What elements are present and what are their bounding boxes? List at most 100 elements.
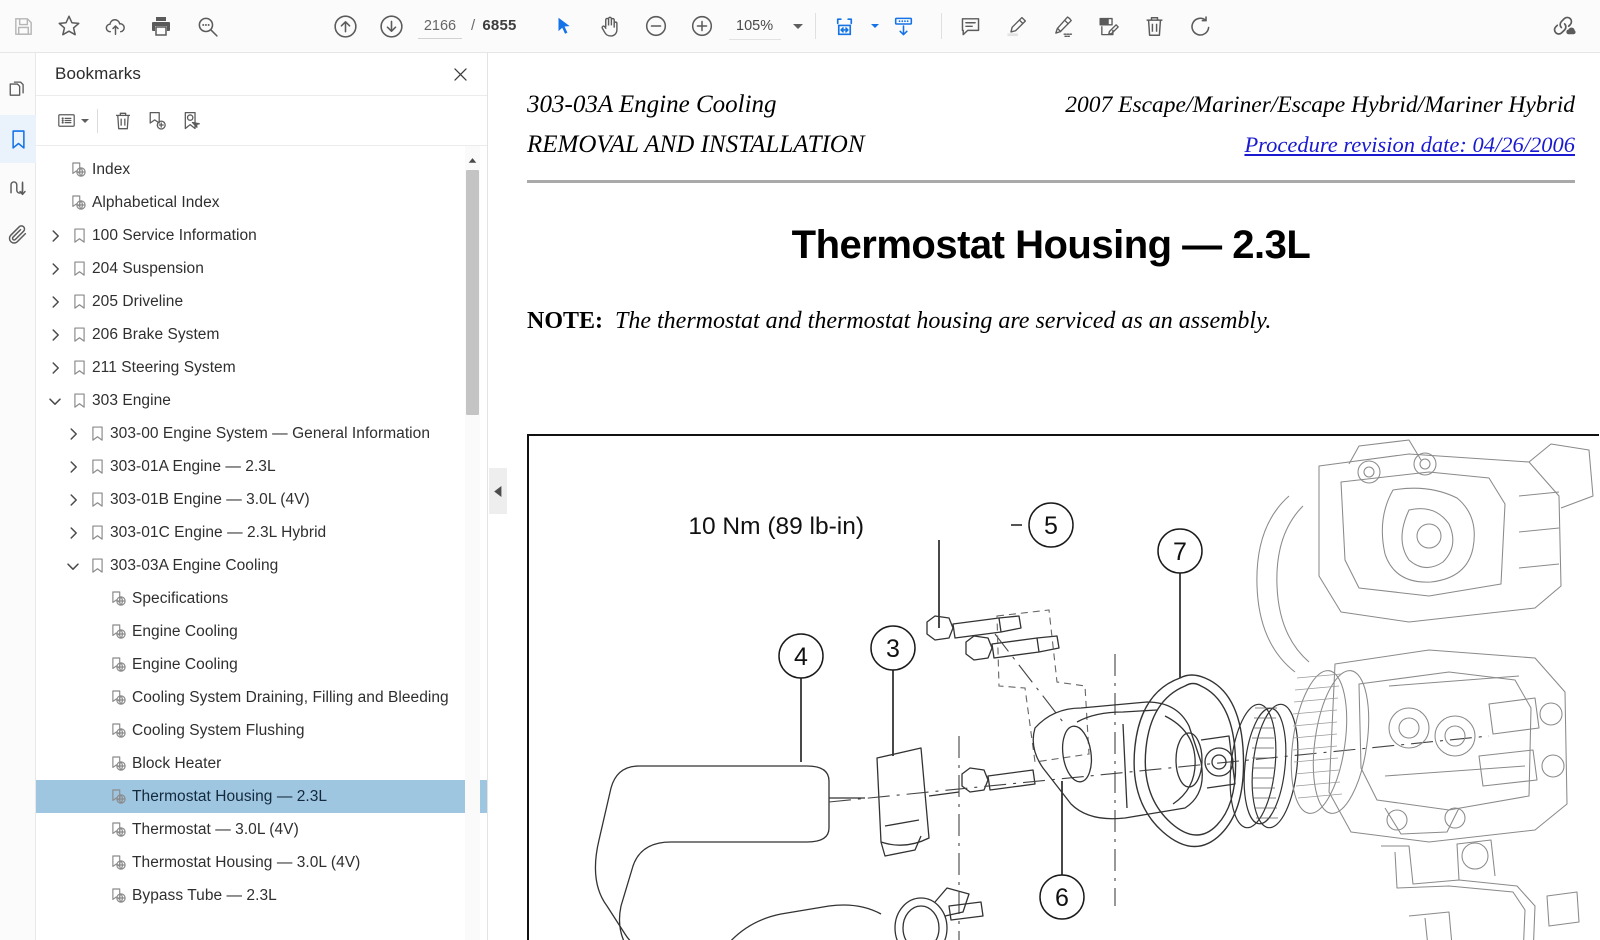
print-icon[interactable] — [138, 4, 184, 48]
zoom-in-icon[interactable] — [679, 4, 725, 48]
chevron-right-icon[interactable] — [44, 318, 66, 351]
chevron-right-icon[interactable] — [62, 417, 84, 450]
bookmark-item[interactable]: Block Heater — [36, 747, 487, 780]
document-viewport[interactable]: 303-03A Engine Cooling 2007 Escape/Marin… — [489, 53, 1600, 940]
bookmark-icon — [84, 524, 110, 541]
chevron-right-icon[interactable] — [62, 450, 84, 483]
bookmark-item[interactable]: Thermostat Housing — 2.3L — [36, 780, 487, 813]
callout-number-5: 5 — [1044, 512, 1058, 540]
annotation-tools-group — [948, 4, 1224, 48]
new-bookmark-icon[interactable] — [140, 104, 174, 138]
bookmarks-scrollbar[interactable] — [465, 146, 480, 940]
panel-title: Bookmarks — [55, 64, 141, 83]
bookmark-label: Thermostat — 3.0L (4V) — [132, 820, 299, 838]
delete-bookmark-icon[interactable] — [106, 104, 140, 138]
scroll-up-arrow-icon[interactable] — [465, 152, 480, 168]
bookmark-label: 303-01C Engine — 2.3L Hybrid — [110, 523, 327, 541]
bookmark-item[interactable]: 303-00 Engine System — General Informati… — [36, 417, 487, 450]
bookmark-item[interactable]: Engine Cooling — [36, 615, 487, 648]
panel-toolbar-divider — [97, 108, 98, 133]
callout-number-7: 7 — [1173, 538, 1187, 566]
header-section-name: 303-03A Engine Cooling — [527, 91, 777, 118]
bookmark-page-icon — [66, 194, 92, 212]
page-number-input[interactable] — [418, 13, 462, 39]
bookmark-icon — [66, 260, 92, 277]
chevron-right-icon[interactable] — [44, 285, 66, 318]
fit-width-icon[interactable] — [822, 4, 868, 48]
scrollbar-thumb[interactable] — [466, 170, 479, 415]
chevron-right-icon[interactable] — [62, 483, 84, 516]
bookmark-item[interactable]: Bypass Tube — 2.3L — [36, 879, 487, 912]
share-link-icon[interactable] — [1540, 4, 1586, 48]
cloud-upload-icon[interactable] — [92, 4, 138, 48]
hand-tool-icon[interactable] — [587, 4, 633, 48]
chevron-right-icon[interactable] — [44, 219, 66, 252]
bookmark-item[interactable]: 205 Driveline — [36, 285, 487, 318]
bookmark-item[interactable]: 211 Steering System — [36, 351, 487, 384]
rotate-icon[interactable] — [1178, 4, 1224, 48]
next-page-icon[interactable] — [368, 4, 414, 48]
close-icon[interactable] — [445, 59, 475, 89]
torque-callout-label: 10 Nm (89 lb-in) — [688, 513, 864, 540]
bookmark-item[interactable]: 100 Service Information — [36, 219, 487, 252]
sidebar-item-attachments[interactable] — [0, 211, 36, 259]
bookmark-label: Thermostat Housing — 2.3L — [132, 787, 328, 805]
bookmark-options-chevron-icon[interactable] — [81, 118, 89, 123]
highlight-pen-icon[interactable] — [994, 4, 1040, 48]
organize-pages-icon[interactable] — [1086, 4, 1132, 48]
bookmark-item[interactable]: 303-01C Engine — 2.3L Hybrid — [36, 516, 487, 549]
bookmark-item[interactable]: Thermostat Housing — 3.0L (4V) — [36, 846, 487, 879]
bookmark-options-icon[interactable] — [49, 104, 83, 138]
bookmark-label: 303 Engine — [92, 391, 171, 409]
search-icon[interactable] — [184, 4, 230, 48]
bookmark-item[interactable]: 303-01B Engine — 3.0L (4V) — [36, 483, 487, 516]
bookmark-item[interactable]: Cooling System Flushing — [36, 714, 487, 747]
bookmark-tree[interactable]: Index Alphabetical Index 100 Service Infor… — [36, 146, 487, 940]
sidebar-item-page-thumbnails[interactable] — [0, 67, 36, 115]
bookmark-item[interactable]: Cooling System Draining, Filling and Ble… — [36, 681, 487, 714]
bookmark-item[interactable]: 303-03A Engine Cooling — [36, 549, 487, 582]
delete-page-icon[interactable] — [1132, 4, 1178, 48]
comment-icon[interactable] — [948, 4, 994, 48]
bookmark-item[interactable]: Engine Cooling — [36, 648, 487, 681]
bookmark-icon — [84, 425, 110, 442]
header-revision-date-link[interactable]: Procedure revision date: 04/26/2006 — [1244, 132, 1575, 158]
bookmark-label: Block Heater — [132, 754, 222, 772]
star-icon[interactable] — [46, 4, 92, 48]
locate-bookmark-icon[interactable] — [174, 104, 208, 138]
save-icon[interactable] — [0, 4, 46, 48]
callout-number-6: 6 — [1055, 884, 1069, 912]
chevron-down-icon[interactable] — [44, 384, 66, 417]
collapse-pane-handle[interactable] — [489, 468, 507, 514]
bookmark-icon — [84, 458, 110, 475]
bookmark-item[interactable]: Index — [36, 153, 487, 186]
bookmark-item[interactable]: 303 Engine — [36, 384, 487, 417]
bookmark-item[interactable]: Alphabetical Index — [36, 186, 487, 219]
chevron-right-icon[interactable] — [44, 252, 66, 285]
bookmark-label: Cooling System Draining, Filling and Ble… — [132, 688, 449, 706]
zoom-out-icon[interactable] — [633, 4, 679, 48]
bookmark-label: Specifications — [132, 589, 229, 607]
main-toolbar: /6855 105% — [0, 0, 1600, 53]
chevron-right-icon[interactable] — [44, 351, 66, 384]
select-cursor-icon[interactable] — [541, 4, 587, 48]
previous-page-icon[interactable] — [322, 4, 368, 48]
bookmark-page-icon — [106, 623, 132, 641]
bookmark-item[interactable]: Thermostat — 3.0L (4V) — [36, 813, 487, 846]
zoom-dropdown-chevron-icon[interactable] — [792, 23, 803, 29]
bookmark-item[interactable]: Specifications — [36, 582, 487, 615]
bookmark-item[interactable]: 204 Suspension — [36, 252, 487, 285]
sidebar-item-bookmarks[interactable] — [0, 115, 36, 163]
chevron-down-icon[interactable] — [62, 549, 84, 582]
page-count: /6855 — [471, 16, 517, 34]
scroll-mode-icon[interactable] — [881, 4, 927, 48]
bookmark-item[interactable]: 206 Brake System — [36, 318, 487, 351]
toolbar-divider — [814, 13, 816, 39]
fit-dropdown-chevron-icon[interactable] — [870, 24, 879, 28]
bookmark-item[interactable]: 303-01A Engine — 2.3L — [36, 450, 487, 483]
zoom-level-value[interactable]: 105% — [728, 13, 781, 40]
bookmark-icon — [66, 326, 92, 343]
fill-and-sign-icon[interactable] — [1040, 4, 1086, 48]
chevron-right-icon[interactable] — [62, 516, 84, 549]
sidebar-item-layers[interactable] — [0, 163, 36, 211]
